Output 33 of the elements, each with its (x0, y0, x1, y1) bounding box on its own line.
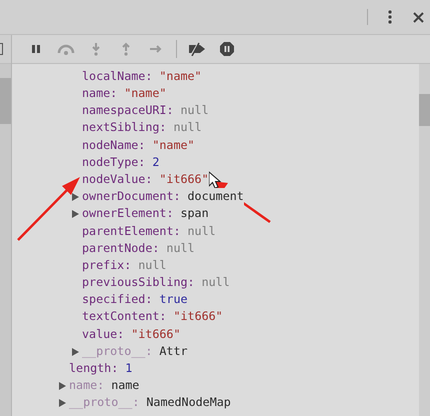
property-key: __proto__: (82, 342, 152, 360)
arrow (17, 177, 80, 241)
property-key: name: (82, 85, 118, 103)
property-key: length: (69, 360, 118, 378)
property-key: specified: (82, 291, 152, 309)
property-value: "it666" (159, 170, 209, 188)
scrollbar[interactable] (419, 64, 430, 416)
property-key: ownerElement: (82, 205, 174, 223)
property-key: nodeName: (82, 136, 146, 154)
property-key: name: (69, 377, 104, 395)
panel-icon[interactable] (0, 43, 3, 55)
property-key: namespaceURI: (82, 102, 174, 120)
expand-triangle-icon[interactable] (72, 348, 79, 356)
property-key: textContent: (82, 308, 166, 326)
property-key: parentNode: (82, 240, 160, 258)
scrollbar[interactable] (0, 64, 11, 416)
property-key: localName: (82, 68, 152, 86)
property-key: nextSibling: (82, 119, 166, 137)
expand-triangle-icon[interactable] (72, 192, 79, 201)
property-key: value: (82, 326, 124, 344)
expand-triangle-icon[interactable] (72, 210, 79, 218)
property-key: __proto__: (69, 394, 140, 412)
property-key: nodeValue: (82, 170, 152, 188)
property-value: document (188, 188, 244, 206)
property-key: prefix: (82, 256, 132, 274)
property-key: parentElement: (82, 222, 181, 240)
property-key: ownerDocument: (82, 188, 181, 206)
expand-triangle-icon[interactable] (59, 382, 66, 390)
pause-on-exceptions-icon[interactable] (217, 39, 237, 59)
expand-triangle-icon[interactable] (59, 399, 66, 408)
property-key: nodeType: (82, 154, 146, 172)
cursor-icon (208, 170, 222, 189)
property-key: previousSibling: (82, 274, 195, 292)
